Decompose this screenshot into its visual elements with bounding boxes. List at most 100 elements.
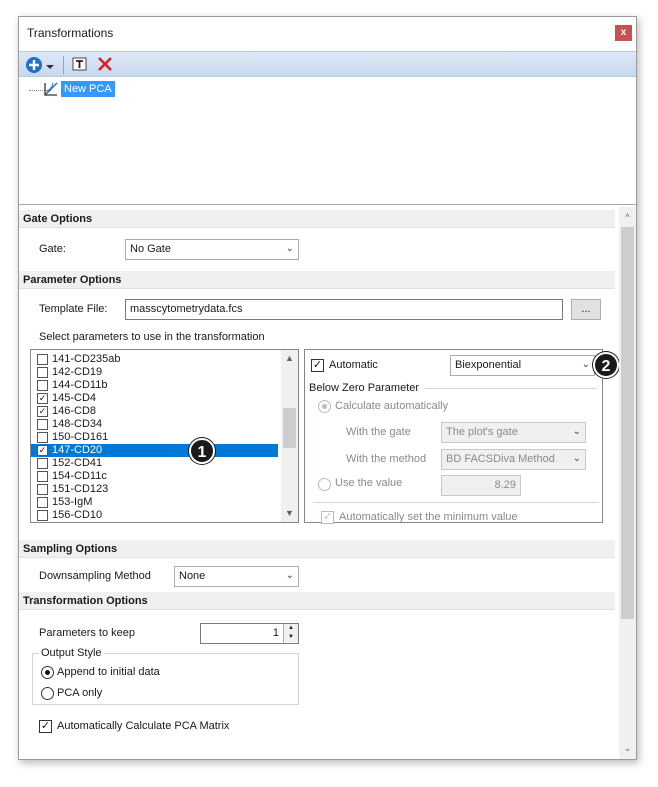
scroll-thumb[interactable] [283,408,296,448]
auto-calc-checkbox[interactable]: ✓ [39,720,52,733]
below-zero-value-field[interactable]: 8.29 [441,475,521,496]
list-item[interactable]: 152-CD41 [31,457,278,470]
transform-type-dropdown[interactable]: Biexponential ⌄ [450,355,595,376]
pca-only-label: PCA only [57,687,103,699]
select-parameters-label: Select parameters to use in the transfor… [39,331,265,343]
callout-badge-1: 1 [189,438,215,464]
panel-scrollbar[interactable]: ^ ⌄ [619,207,636,759]
list-item[interactable]: 154-CD11c [31,470,278,483]
checkbox[interactable] [37,497,48,508]
chevron-down-icon: ⌄ [285,243,294,254]
divider [313,502,599,503]
use-value-label: Use the value [335,477,403,489]
list-item-label: 142-CD19 [52,366,103,378]
downsampling-label: Downsampling Method [39,570,151,582]
calc-auto-radio[interactable] [318,400,331,413]
method-dropdown[interactable]: BD FACSDiva Method ⌄ [441,449,586,470]
scroll-down-icon[interactable]: ⌄ [619,740,636,757]
transformations-window: Transformations x New PCA Gate Options G… [18,16,637,760]
spin-buttons[interactable]: ▲ ▼ [283,624,298,643]
list-item-label: 141-CD235ab [52,353,121,365]
list-item[interactable]: 156-CD10 [31,509,278,522]
checkbox[interactable]: ✓ [37,393,48,404]
automatic-checkbox[interactable]: ✓ [311,359,324,372]
toolbar [19,51,636,77]
list-item-label: 153-IgM [52,496,93,508]
list-item-label: 146-CD8 [52,405,97,417]
text-template-icon[interactable] [72,56,88,74]
scroll-down-icon[interactable]: ▼ [281,505,298,522]
list-item-label: 150-CD161 [52,431,109,443]
append-label: Append to initial data [57,666,160,678]
transform-settings-box: ✓ Automatic Biexponential ⌄ Below Zero P… [304,349,603,524]
transformation-tree: New PCA [19,77,636,205]
list-item-label: 147-CD20 [52,444,103,456]
params-keep-field[interactable]: 1 ▲ ▼ [200,623,299,644]
list-item-label: 145-CD4 [52,392,97,404]
downsampling-dropdown[interactable]: None ⌄ [174,566,299,587]
checkbox[interactable] [37,471,48,482]
checkbox[interactable]: ✓ [37,406,48,417]
close-button[interactable]: x [615,25,632,41]
plus-circle-icon[interactable] [25,56,43,74]
list-item[interactable]: 148-CD34 [31,418,278,431]
checkbox[interactable] [37,419,48,430]
callout-badge-2: 2 [593,352,619,378]
scroll-up-icon[interactable]: ^ [619,209,636,226]
checkbox[interactable] [37,380,48,391]
checkbox[interactable] [37,367,48,378]
scroll-up-icon[interactable]: ▲ [281,350,298,367]
template-file-label: Template File: [39,303,108,315]
list-item-label: 154-CD11c [52,470,107,482]
list-item[interactable]: 150-CD161 [31,431,278,444]
list-item[interactable]: ✓ 145-CD4 [31,392,278,405]
list-item[interactable]: 153-IgM [31,496,278,509]
list-item[interactable]: 144-CD11b [31,379,278,392]
scroll-thumb[interactable] [621,227,634,619]
gate-choice-value: The plot's gate [446,426,518,438]
gate-dropdown[interactable]: No Gate ⌄ [125,239,299,260]
list-item-label: 156-CD10 [52,509,103,521]
template-file-field[interactable]: masscytometrydata.fcs [125,299,563,320]
with-gate-label: With the gate [346,426,411,438]
auto-min-checkbox[interactable]: ✓ [321,511,334,524]
list-item[interactable]: 142-CD19 [31,366,278,379]
toolbar-separator [63,56,64,74]
checkbox[interactable]: ✓ [37,445,48,456]
calc-auto-label: Calculate automatically [335,400,449,412]
with-method-label: With the method [346,453,427,465]
tree-item-new-pca[interactable]: New PCA [61,81,115,97]
gate-choice-dropdown[interactable]: The plot's gate ⌄ [441,422,586,443]
list-item-selected[interactable]: ✓ 147-CD20 [31,444,278,457]
transform-type-value: Biexponential [455,359,522,371]
list-item[interactable]: 141-CD235ab [31,353,278,366]
list-scrollbar[interactable]: ▲ ▼ [281,350,298,522]
gate-options-header: Gate Options [19,210,615,228]
checkbox[interactable] [37,484,48,495]
checkbox[interactable] [37,354,48,365]
automatic-label: Automatic [329,359,378,371]
parameter-list: 141-CD235ab 142-CD19 144-CD11b ✓ 145-CD4 … [30,349,299,523]
checkbox[interactable] [37,432,48,443]
list-item[interactable]: 151-CD123 [31,483,278,496]
red-x-icon[interactable] [97,56,113,74]
use-value-radio[interactable] [318,478,331,491]
divider [425,388,597,389]
append-radio[interactable] [41,666,54,679]
downsampling-value: None [179,570,206,582]
checkbox[interactable] [37,510,48,521]
list-item-label: 148-CD34 [52,418,103,430]
window-title: Transformations [27,26,114,40]
transformation-options-header: Transformation Options [19,592,615,610]
title-bar: Transformations x [19,17,636,48]
list-item[interactable]: ✓ 146-CD8 [31,405,278,418]
spin-up-icon[interactable]: ▲ [284,624,298,633]
output-style-label: Output Style [39,647,104,659]
pca-only-radio[interactable] [41,687,54,700]
spin-down-icon[interactable]: ▼ [284,633,298,642]
browse-button[interactable]: ... [571,299,601,320]
checkbox[interactable] [37,458,48,469]
list-item-label: 151-CD123 [52,483,109,495]
list-item-label: 152-CD41 [52,457,103,469]
auto-min-label: Automatically set the minimum value [339,511,518,523]
